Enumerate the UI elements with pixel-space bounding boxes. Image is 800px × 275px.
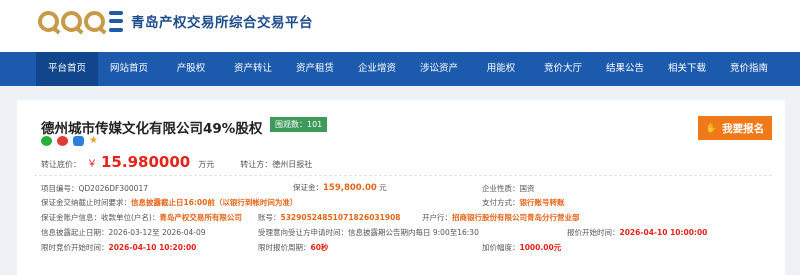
wechat-icon[interactable]	[41, 136, 52, 146]
application-time: 受理意向受让方申请时间：信息披露期公告期内每日 9:00至16:30	[258, 228, 479, 237]
project-title: 德州城市传媒文化有限公司49%股权	[41, 121, 263, 137]
project-card: 德州城市传媒文化有限公司49%股权 围观数：101 ★ ✋ 我要报名 转让底价：…	[17, 100, 785, 275]
nav-item-energy-rights[interactable]: 用能权	[470, 52, 532, 86]
nav-item-asset-lease[interactable]: 资产租赁	[284, 52, 346, 86]
bank-name: 开户行：招商银行股份有限公司青岛分行营业部	[422, 213, 580, 222]
deposit-deadline: 保证金交纳截止时间要求：信息披露截止日16:00前（以银行到帐时间为准）	[41, 198, 298, 207]
nav-item-downloads[interactable]: 相关下载	[656, 52, 718, 86]
logo-text: 青岛产权交易所综合交易平台	[131, 15, 313, 31]
nav-item-capital-increase[interactable]: 企业增资	[346, 52, 408, 86]
nav-item-asset-transfer[interactable]: 资产转让	[222, 52, 284, 86]
limited-bid-start: 限时竞价开始时间：2026-04-10 10:20:00	[41, 243, 197, 252]
nav-item-platform-home[interactable]: 平台首页	[36, 52, 98, 86]
account-number: 账号：532905248510718260319​08	[258, 213, 401, 222]
currency-symbol: ￥	[87, 159, 97, 170]
views-badge: 围观数：101	[270, 117, 328, 132]
deposit: 保证金：159,800.00 元	[293, 183, 387, 193]
nav-item-equity[interactable]: 产股权	[160, 52, 222, 86]
nav-item-bidding-guide[interactable]: 竞价指南	[718, 52, 780, 86]
share-bar: ★	[41, 136, 99, 146]
bid-start-time: 报价开始时间：2026-04-10 10:00:00	[567, 228, 708, 237]
bid-increment: 加价幅度：1000.00元	[482, 243, 562, 252]
nav-item-site-home[interactable]: 网站首页	[98, 52, 160, 86]
logo-icon	[38, 10, 123, 32]
main-nav: 平台首页 网站首页 产股权 资产转让 资产租赁 企业增资 涉讼资产 用能权 竞价…	[0, 52, 800, 86]
limited-bid-period: 限时报价周期：60秒	[258, 243, 329, 252]
account-name: 保证金账户信息：收款单位(户名)：青岛产权交易所有限公司	[41, 213, 242, 222]
divider	[34, 175, 772, 176]
price-row: 转让底价： ￥ 15.980000 万元 转让方：德州日报社	[41, 153, 312, 171]
project-number: 项目编号：QD2026DF300017	[41, 184, 148, 193]
star-icon[interactable]: ★	[89, 136, 99, 146]
hand-icon: ✋	[705, 122, 718, 133]
payment-method: 支付方式：银行账号转账	[482, 198, 565, 207]
weibo-icon[interactable]	[57, 136, 68, 146]
nav-item-results[interactable]: 结果公告	[594, 52, 656, 86]
price-label: 转让底价：	[41, 160, 81, 169]
disclosure-period: 信息披露起止日期：2026-03-12至 2026-04-09	[41, 228, 206, 237]
nav-item-litigation-assets[interactable]: 涉讼资产	[408, 52, 470, 86]
price-unit: 万元	[198, 160, 215, 169]
apply-button[interactable]: ✋ 我要报名	[698, 116, 772, 140]
qq-icon[interactable]	[73, 136, 84, 146]
transferor: 转让方：德州日报社	[240, 160, 313, 169]
apply-button-label: 我要报名	[722, 122, 765, 135]
site-header: 青岛产权交易所综合交易平台	[0, 0, 800, 52]
site-logo[interactable]: 青岛产权交易所综合交易平台	[38, 10, 313, 32]
enterprise-type: 企业性质：国资	[482, 184, 535, 193]
transfer-price: 15.980000	[101, 153, 191, 171]
nav-item-bidding-hall[interactable]: 竞价大厅	[532, 52, 594, 86]
